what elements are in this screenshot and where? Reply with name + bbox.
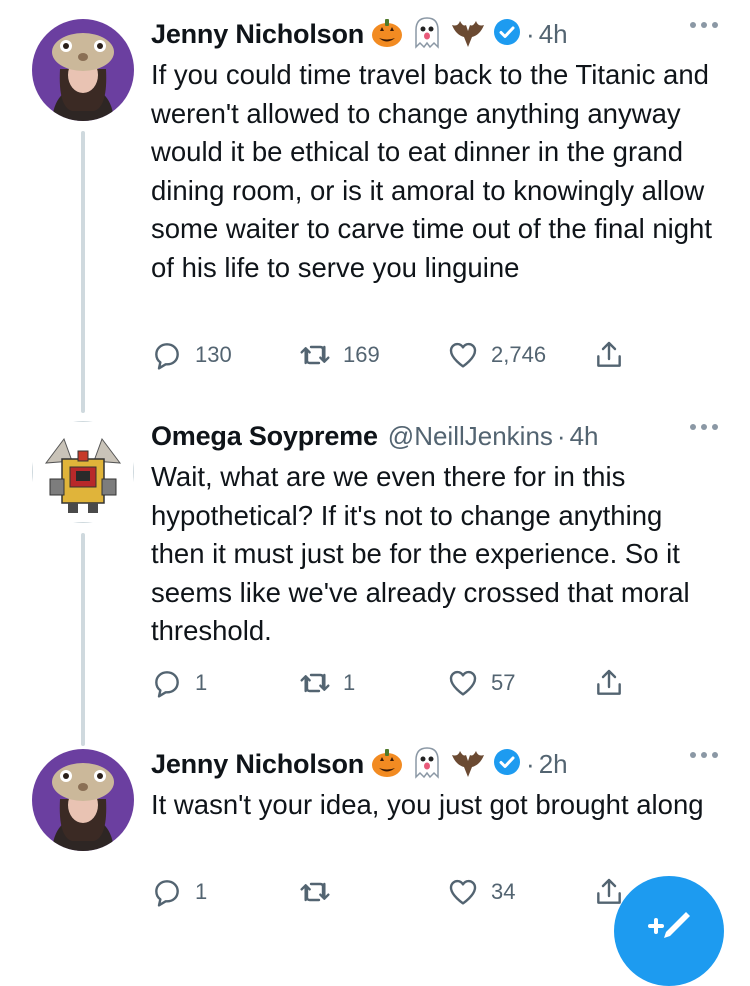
verified-badge-icon [492, 17, 522, 52]
tweet-actions: 1 34 [151, 872, 631, 912]
ghost-icon [410, 15, 444, 54]
timestamp[interactable]: 4h [570, 421, 599, 452]
tweet-text: It wasn't your idea, you just got brough… [151, 789, 704, 820]
compose-tweet-button[interactable] [614, 876, 724, 986]
reply-button[interactable]: 1 [151, 663, 207, 703]
share-icon [597, 341, 621, 367]
reply-count: 1 [195, 670, 208, 695]
verified-badge-icon [492, 747, 522, 782]
tweet-text: If you could time travel back to the Tit… [151, 59, 712, 283]
tweet-actions: 130 169 2,746 [151, 335, 631, 375]
retweet-icon [300, 673, 330, 693]
reply-button[interactable]: 1 [151, 872, 207, 912]
timestamp[interactable]: 2h [539, 749, 568, 780]
heart-icon [449, 879, 477, 905]
reply-icon [155, 671, 179, 698]
tweet-actions: 1 1 57 [151, 663, 631, 703]
display-name[interactable]: Omega Soypreme [151, 421, 378, 452]
pumpkin-icon [370, 745, 404, 784]
like-button[interactable]: 34 [447, 872, 515, 912]
share-button[interactable] [593, 663, 625, 703]
display-name[interactable]: Jenny Nicholson [151, 19, 364, 50]
tweet-header: Jenny Nicholson · 4h [151, 14, 568, 54]
avatar[interactable] [32, 421, 134, 523]
retweet-button[interactable] [299, 872, 343, 912]
avatar[interactable] [32, 19, 134, 121]
like-count: 57 [491, 670, 516, 695]
handle[interactable]: @NeillJenkins [388, 421, 553, 452]
avatar[interactable] [32, 749, 134, 851]
separator-dot: · [556, 420, 566, 451]
share-button[interactable] [593, 335, 625, 375]
reply-icon [155, 343, 179, 370]
share-icon [597, 669, 621, 695]
tweet-header: Jenny Nicholson · 2h [151, 744, 568, 784]
compose-icon [648, 912, 690, 938]
reply-count: 1 [195, 879, 208, 904]
reply-icon [155, 880, 179, 907]
ghost-icon [410, 745, 444, 784]
more-options-icon[interactable] [690, 22, 718, 28]
retweet-button[interactable]: 169 [299, 335, 380, 375]
retweet-count: 169 [343, 342, 380, 367]
separator-dot: · [526, 748, 535, 779]
retweet-count: 1 [343, 670, 356, 695]
like-button[interactable]: 57 [447, 663, 515, 703]
tweet-text: Wait, what are we even there for in this… [151, 461, 690, 646]
bat-icon [450, 745, 486, 784]
retweet-icon [300, 882, 330, 902]
more-options-icon[interactable] [690, 752, 718, 758]
like-button[interactable]: 2,746 [447, 335, 546, 375]
thread-connector-line [81, 131, 85, 413]
separator-dot: · [526, 18, 535, 49]
bat-icon [450, 15, 486, 54]
heart-icon [449, 342, 477, 368]
reply-button[interactable]: 130 [151, 335, 232, 375]
retweet-icon [300, 345, 330, 365]
retweet-button[interactable]: 1 [299, 663, 355, 703]
reply-count: 130 [195, 342, 232, 367]
like-count: 2,746 [491, 342, 547, 367]
more-options-icon[interactable] [690, 424, 718, 430]
thread-connector-line [81, 533, 85, 746]
timestamp[interactable]: 4h [539, 19, 568, 50]
display-name[interactable]: Jenny Nicholson [151, 749, 364, 780]
heart-icon [449, 670, 477, 696]
like-count: 34 [491, 879, 516, 904]
tweet-header: Omega Soypreme @NeillJenkins · 4h [151, 416, 599, 456]
pumpkin-icon [370, 15, 404, 54]
